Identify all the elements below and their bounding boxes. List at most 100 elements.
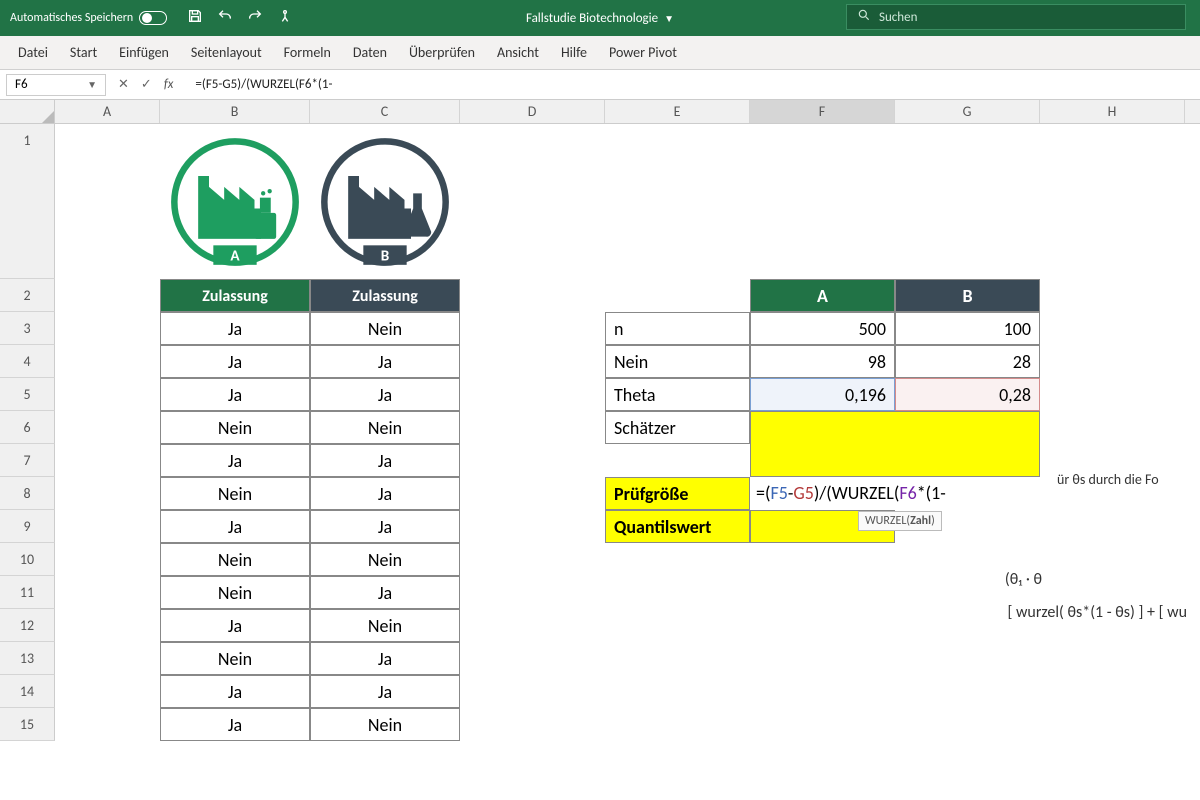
- cell-B3[interactable]: Ja: [160, 312, 310, 345]
- col-header-E[interactable]: E: [605, 100, 750, 123]
- autosave-label: Automatisches Speichern: [10, 11, 133, 25]
- row-header-11[interactable]: 11: [0, 576, 55, 609]
- col-header-D[interactable]: D: [460, 100, 605, 123]
- cell-F4[interactable]: 98: [750, 345, 895, 378]
- tab-daten[interactable]: Daten: [353, 44, 387, 61]
- cell-C13[interactable]: Ja: [310, 642, 460, 675]
- zulassung-header-c[interactable]: Zulassung: [310, 279, 460, 312]
- stats-header-b[interactable]: B: [895, 279, 1040, 312]
- col-header-F[interactable]: F: [750, 100, 895, 123]
- row-header-7[interactable]: 7: [0, 444, 55, 477]
- tab-hilfe[interactable]: Hilfe: [561, 44, 587, 61]
- row-header-4[interactable]: 4: [0, 345, 55, 378]
- cell-G3[interactable]: 100: [895, 312, 1040, 345]
- cell-F8[interactable]: =(F5-G5)/(WURZEL(F6*(1- WURZEL(Zahl): [750, 477, 895, 510]
- tab-ansicht[interactable]: Ansicht: [497, 44, 539, 61]
- cell-B14[interactable]: Ja: [160, 675, 310, 708]
- cell-F5[interactable]: 0,196: [750, 378, 895, 411]
- cell-B11[interactable]: Nein: [160, 576, 310, 609]
- row-header-14[interactable]: 14: [0, 675, 55, 708]
- touch-mode-icon[interactable]: [277, 8, 293, 28]
- row-header-12[interactable]: 12: [0, 609, 55, 642]
- cell-C12[interactable]: Nein: [310, 609, 460, 642]
- chevron-down-icon: ▼: [87, 78, 97, 91]
- col-header-H[interactable]: H: [1040, 100, 1185, 123]
- cell-F7[interactable]: [750, 444, 895, 477]
- cell-C4[interactable]: Ja: [310, 345, 460, 378]
- cell-B10[interactable]: Nein: [160, 543, 310, 576]
- worksheet[interactable]: A B C D E F G H 1 2 3 4 5 6 7 8 9 10 11 …: [0, 100, 1200, 800]
- cells-area[interactable]: A B: [55, 124, 1200, 800]
- tab-start[interactable]: Start: [70, 44, 97, 61]
- tab-formeln[interactable]: Formeln: [284, 44, 331, 61]
- cell-C14[interactable]: Ja: [310, 675, 460, 708]
- cell-E5[interactable]: Theta: [605, 378, 750, 411]
- cell-F3[interactable]: 500: [750, 312, 895, 345]
- cell-E6[interactable]: Schätzer: [605, 411, 750, 444]
- row-header-9[interactable]: 9: [0, 510, 55, 543]
- row-header-2[interactable]: 2: [0, 279, 55, 312]
- cell-C5[interactable]: Ja: [310, 378, 460, 411]
- stats-header-a[interactable]: A: [750, 279, 895, 312]
- cell-C3[interactable]: Nein: [310, 312, 460, 345]
- row-header-10[interactable]: 10: [0, 543, 55, 576]
- search-input[interactable]: Suchen: [846, 4, 1186, 30]
- cell-B9[interactable]: Ja: [160, 510, 310, 543]
- cell-C7[interactable]: Ja: [310, 444, 460, 477]
- tab-powerpivot[interactable]: Power Pivot: [609, 44, 677, 61]
- redo-icon[interactable]: [247, 8, 263, 28]
- formula-edit-overlay[interactable]: [750, 411, 1040, 477]
- cell-B5[interactable]: Ja: [160, 378, 310, 411]
- cell-C6[interactable]: Nein: [310, 411, 460, 444]
- cell-C15[interactable]: Nein: [310, 708, 460, 741]
- cell-C8[interactable]: Ja: [310, 477, 460, 510]
- select-all-corner[interactable]: [0, 100, 55, 123]
- zulassung-header-b[interactable]: Zulassung: [160, 279, 310, 312]
- col-header-B[interactable]: B: [160, 100, 310, 123]
- autosave-toggle[interactable]: [139, 11, 167, 25]
- chevron-down-icon: ▼: [664, 12, 674, 25]
- formula-accept-icon[interactable]: ✓: [141, 77, 152, 92]
- cell-B6[interactable]: Nein: [160, 411, 310, 444]
- name-box[interactable]: F6 ▼: [6, 74, 106, 96]
- cell-B8[interactable]: Nein: [160, 477, 310, 510]
- col-header-G[interactable]: G: [895, 100, 1040, 123]
- tab-seitenlayout[interactable]: Seitenlayout: [191, 44, 262, 61]
- col-header-C[interactable]: C: [310, 100, 460, 123]
- cell-E4[interactable]: Nein: [605, 345, 750, 378]
- autosave-toggle-group[interactable]: Automatisches Speichern: [0, 11, 177, 25]
- formula-cancel-icon[interactable]: ✕: [118, 77, 129, 92]
- cell-G4[interactable]: 28: [895, 345, 1040, 378]
- formula-input[interactable]: =(F5-G5)/(WURZEL(F6*(1-: [185, 77, 1200, 92]
- cell-C9[interactable]: Ja: [310, 510, 460, 543]
- cell-B7[interactable]: Ja: [160, 444, 310, 477]
- row-header-5[interactable]: 5: [0, 378, 55, 411]
- row-header-13[interactable]: 13: [0, 642, 55, 675]
- cell-B15[interactable]: Ja: [160, 708, 310, 741]
- tab-datei[interactable]: Datei: [18, 44, 48, 61]
- cell-B13[interactable]: Nein: [160, 642, 310, 675]
- row-header-6[interactable]: 6: [0, 411, 55, 444]
- cell-E9[interactable]: Quantilswert: [605, 510, 750, 543]
- save-icon[interactable]: [187, 8, 203, 28]
- document-title[interactable]: Fallstudie Biotechnologie ▼: [526, 11, 674, 26]
- cell-E8[interactable]: Prüfgröße: [605, 477, 750, 510]
- cell-C11[interactable]: Ja: [310, 576, 460, 609]
- undo-icon[interactable]: [217, 8, 233, 28]
- cell-E3[interactable]: n: [605, 312, 750, 345]
- formula-editing-text[interactable]: =(F5-G5)/(WURZEL(F6*(1-: [750, 477, 952, 510]
- quick-access-toolbar: [177, 8, 303, 28]
- cell-B4[interactable]: Ja: [160, 345, 310, 378]
- col-header-A[interactable]: A: [55, 100, 160, 123]
- row-header-15[interactable]: 15: [0, 708, 55, 741]
- row-header-3[interactable]: 3: [0, 312, 55, 345]
- tab-einfuegen[interactable]: Einfügen: [119, 44, 169, 61]
- fx-icon[interactable]: fx: [164, 77, 174, 92]
- ribbon-tabs: Datei Start Einfügen Seitenlayout Formel…: [0, 36, 1200, 70]
- cell-G5[interactable]: 0,28: [895, 378, 1040, 411]
- tab-ueberpruefen[interactable]: Überprüfen: [409, 44, 475, 61]
- cell-B12[interactable]: Ja: [160, 609, 310, 642]
- cell-C10[interactable]: Nein: [310, 543, 460, 576]
- row-header-8[interactable]: 8: [0, 477, 55, 510]
- row-header-1[interactable]: 1: [0, 124, 55, 279]
